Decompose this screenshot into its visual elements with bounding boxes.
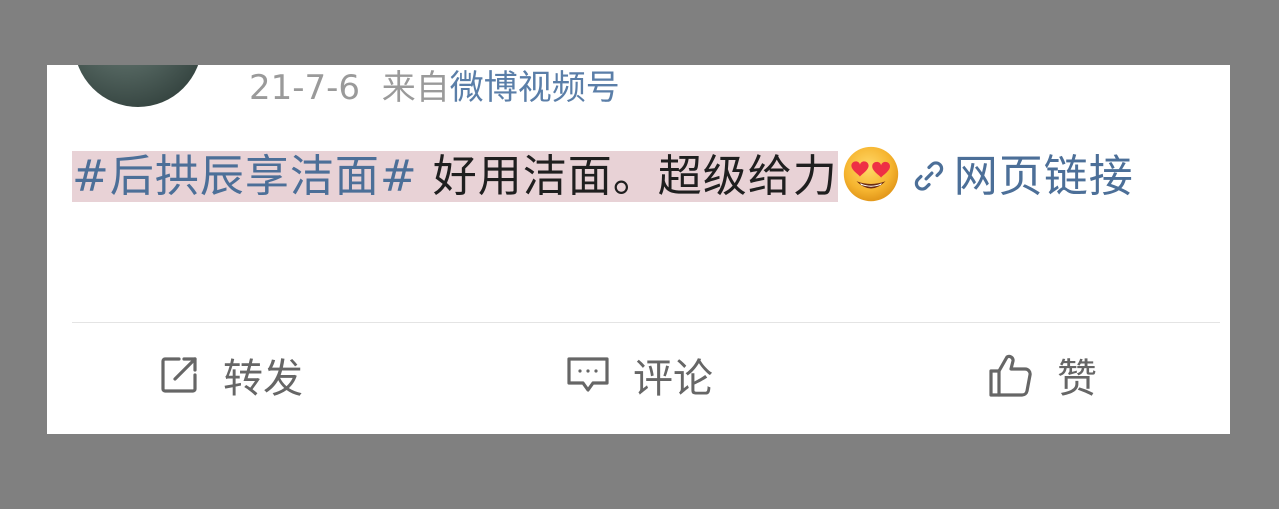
topic-hashtag-link[interactable]: #后拱辰享洁面# — [72, 151, 418, 202]
repost-icon — [161, 357, 197, 393]
like-button[interactable]: 赞 — [987, 335, 1097, 415]
post-text: #后拱辰享洁面# 好用洁面。超级给力 网页链接 — [72, 141, 1217, 213]
repost-label: 转发 — [223, 356, 303, 402]
action-bar: 转发 评论 赞 — [47, 335, 1230, 415]
web-link[interactable]: 网页链接 — [910, 151, 1134, 202]
repost-button[interactable]: 转发 — [157, 335, 303, 415]
source-prefix: 来自 — [381, 68, 450, 108]
screen: { "post": { "date": "21-7-6", "source_pr… — [0, 0, 1279, 509]
thumbs-up-icon — [989, 354, 1032, 397]
post-source-link[interactable]: 微博视频号 — [450, 68, 620, 108]
heart-eyes-emoji-icon — [843, 146, 898, 202]
comment-icon — [567, 357, 609, 392]
post-date: 21-7-6 — [249, 68, 361, 108]
comment-button[interactable]: 评论 — [565, 335, 713, 415]
like-label: 赞 — [1057, 356, 1097, 402]
post-body-text: 好用洁面。超级给力 — [417, 151, 838, 202]
divider — [72, 322, 1220, 323]
comment-label: 评论 — [633, 356, 713, 402]
user-avatar[interactable] — [74, 65, 202, 107]
link-icon — [914, 161, 943, 191]
web-link-label: 网页链接 — [953, 151, 1134, 202]
post-meta: 21-7-6 来自微博视频号 — [249, 67, 620, 109]
weibo-post-card: 21-7-6 来自微博视频号 #后拱辰享洁面# 好用洁面。超级给力 网页链接 转… — [47, 65, 1230, 434]
